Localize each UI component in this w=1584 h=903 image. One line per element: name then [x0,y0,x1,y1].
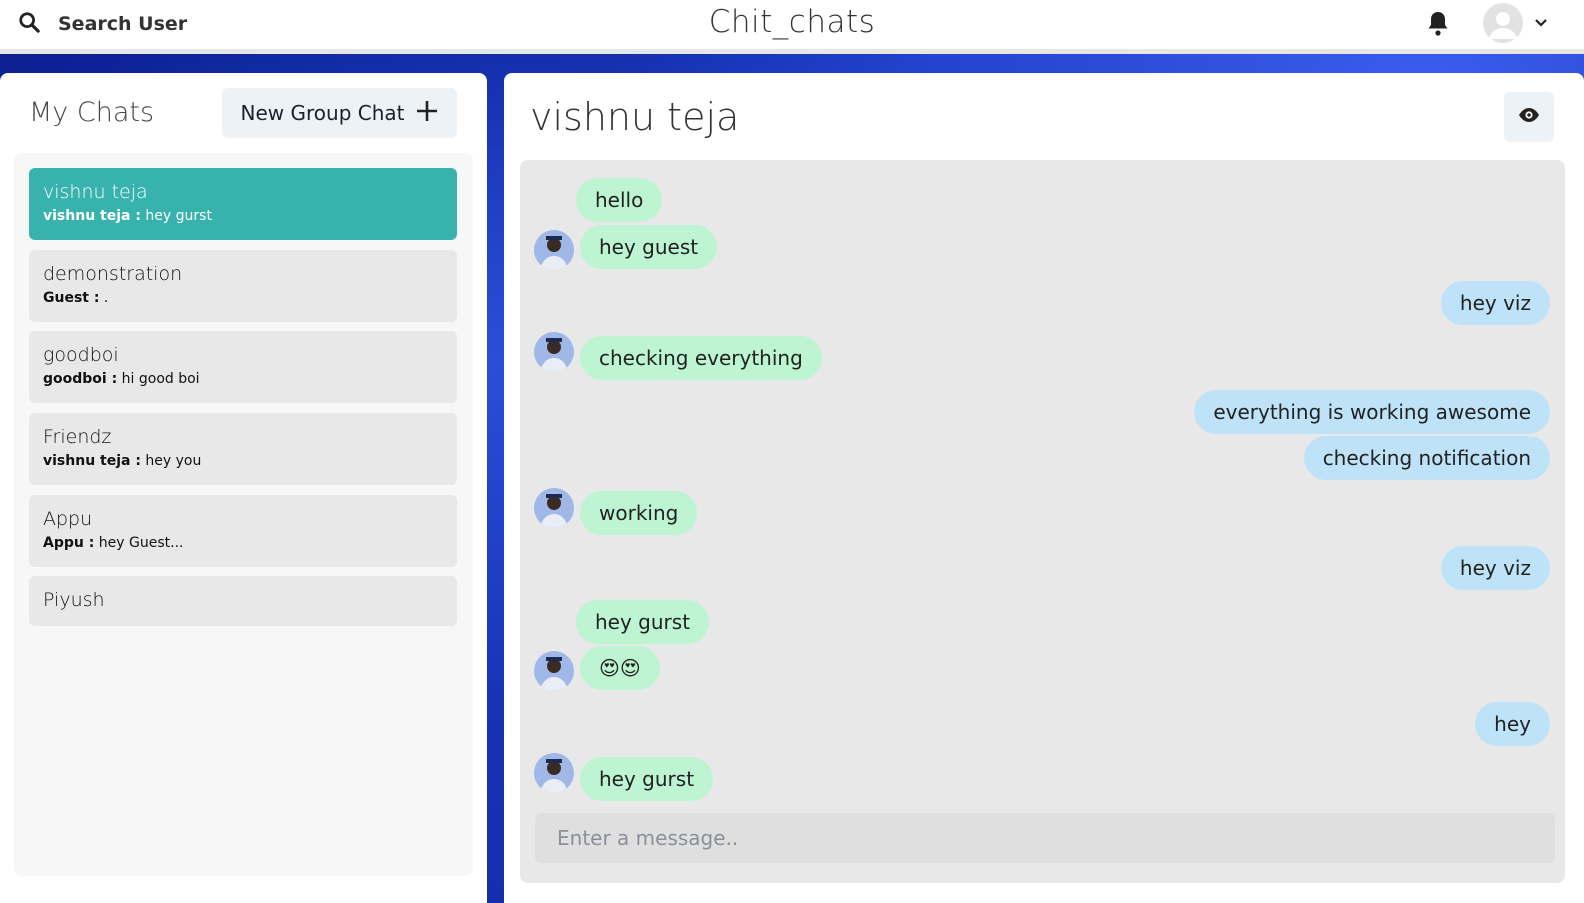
chevron-down-icon [1535,14,1547,32]
chat-list-item[interactable]: vishnu teja vishnu teja : hey gurst [29,168,457,240]
chat-list-item[interactable]: demonstration Guest : . [29,250,457,322]
avatar [534,753,574,793]
top-bar: Search User Chit_chats [0,0,1584,54]
messages-area: hello hey guest hey viz checking everyth… [520,160,1565,883]
chat-preview: vishnu teja : hey gurst [43,208,443,224]
message-bubble: checking everything [580,336,822,380]
chat-list: vishnu teja vishnu teja : hey gurst demo… [14,153,473,876]
chat-list-item[interactable]: goodboi goodboi : hi good boi [29,331,457,403]
avatar [1483,3,1523,43]
chat-preview-sender: vishnu teja : [43,208,141,224]
chat-preview-text: hey gurst [145,208,212,224]
chat-preview-text: hi good boi [121,371,200,387]
new-group-chat-label: New Group Chat [240,101,405,125]
my-chats-panel: My Chats New Group Chat vishnu teja vish… [0,73,487,903]
message-bubble: checking notification [1303,436,1550,480]
chat-name: Piyush [43,589,105,611]
chat-preview-sender: vishnu teja : [43,453,141,469]
message-bubble: hey gurst [580,757,714,801]
message-bubble: hey [1475,702,1550,746]
message-bubble: hey gurst [576,600,710,644]
message-bubble: working [580,491,698,535]
app-title: Chit_chats [708,4,876,40]
chat-preview: Guest : . [43,290,443,306]
chat-name: vishnu teja [43,181,148,203]
chat-preview: Appu : hey Guest... [43,535,443,551]
avatar [534,230,574,270]
chat-preview-sender: Appu : [43,535,95,551]
profile-menu-button[interactable] [1483,3,1547,43]
chat-title: vishnu teja [530,95,740,139]
chat-preview-sender: Guest : [43,290,100,306]
avatar [534,332,574,372]
chat-list-item[interactable]: Friendz vishnu teja : hey you [29,413,457,485]
chat-preview-text: hey Guest... [98,535,184,551]
avatar [534,488,574,528]
chat-preview-text: . [103,290,109,306]
eye-icon [1518,107,1540,128]
chat-preview: vishnu teja : hey you [43,453,443,469]
message-bubble: hey viz [1440,281,1550,325]
avatar [534,651,574,691]
message-bubble: everything is working awesome [1194,390,1550,434]
chat-panel: vishnu teja hello hey guest hey viz chec… [504,73,1584,903]
message-bubble: hey guest [580,225,718,269]
message-input[interactable] [535,813,1555,863]
chat-preview-text: hey you [145,453,202,469]
message-bubble: 😍😍 [580,646,660,690]
chat-name: demonstration [43,263,183,285]
chat-name: Friendz [43,426,112,448]
message-bubble: hey viz [1440,546,1550,590]
bell-icon[interactable] [1426,10,1450,41]
chat-name: goodboi [43,344,119,366]
message-bubble: hello [576,178,663,222]
view-profile-button[interactable] [1504,92,1554,142]
chat-list-item[interactable]: Appu Appu : hey Guest... [29,495,457,567]
chat-preview: goodboi : hi good boi [43,371,443,387]
chat-name: Appu [43,508,93,530]
chat-list-item[interactable]: Piyush [29,576,457,626]
new-group-chat-button[interactable]: New Group Chat [222,88,457,138]
plus-icon [416,100,438,127]
my-chats-title: My Chats [29,97,155,128]
chat-preview-sender: goodboi : [43,371,118,387]
